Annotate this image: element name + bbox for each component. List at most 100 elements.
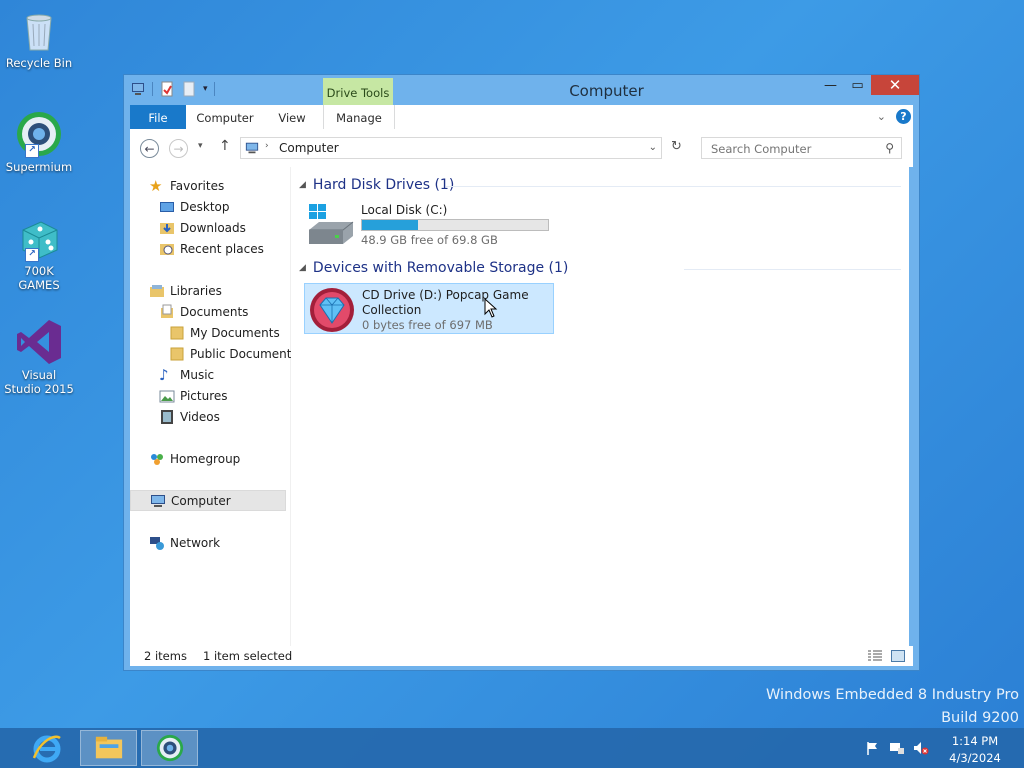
address-bar[interactable]: › Computer ⌄ — [240, 137, 662, 159]
desktop-icon-label: Supermium — [5, 160, 73, 174]
breadcrumb-separator-icon[interactable]: › — [265, 141, 269, 151]
nav-videos[interactable]: Videos — [130, 406, 286, 427]
nav-my-documents[interactable]: My Documents — [130, 322, 286, 343]
nav-label: Music — [180, 367, 215, 382]
caption-buttons: — ▭ ✕ — [817, 75, 919, 95]
music-icon: ♪ — [159, 365, 169, 384]
nav-downloads[interactable]: Downloads — [130, 217, 286, 238]
action-center-flag-icon[interactable] — [865, 740, 881, 756]
taskbar-supermium[interactable] — [141, 730, 198, 766]
clock[interactable]: 1:14 PM 4/3/2024 — [940, 733, 1010, 767]
usage-bar-fill — [362, 220, 418, 230]
collapse-triangle-icon[interactable]: ◢ — [299, 263, 306, 273]
collapse-triangle-icon[interactable]: ◢ — [299, 180, 306, 190]
desktop-icon-supermium[interactable]: ↗ Supermium — [4, 110, 74, 174]
nav-label: Desktop — [180, 199, 230, 214]
customize-qat-icon[interactable]: ▾ — [203, 84, 208, 94]
group-divider — [446, 186, 901, 187]
expand-ribbon-icon[interactable]: ⌄ — [877, 110, 886, 123]
selection-count: 1 item selected — [203, 649, 293, 663]
system-tray — [865, 740, 929, 756]
folder-icon — [170, 347, 184, 360]
minimize-button[interactable]: — — [817, 75, 844, 95]
group-header-removable-storage[interactable]: ◢ Devices with Removable Storage (1) — [299, 260, 568, 276]
tab-file[interactable]: File — [130, 105, 186, 129]
search-icon[interactable]: ⚲ — [885, 141, 894, 155]
close-button[interactable]: ✕ — [871, 75, 919, 95]
details-view-icon[interactable] — [868, 650, 882, 662]
refresh-button[interactable]: ↻ — [671, 139, 682, 154]
address-dropdown-icon[interactable]: ⌄ — [649, 142, 657, 153]
nav-label: Network — [170, 535, 221, 550]
drive-name: Local Disk (C:) — [361, 203, 448, 217]
supermium-icon: ↗ — [15, 110, 63, 158]
ribbon-right-controls: ⌄ ? — [877, 109, 911, 124]
large-icons-view-icon[interactable] — [891, 650, 905, 662]
maximize-button[interactable]: ▭ — [844, 75, 871, 95]
network-status-icon[interactable] — [889, 740, 905, 756]
desktop-icon-700k-games[interactable]: ↗ 700K GAMES — [4, 214, 74, 292]
os-watermark: Windows Embedded 8 Industry Pro Build 92… — [766, 684, 1019, 730]
status-bar: 2 items 1 item selected — [130, 646, 913, 666]
nav-pictures[interactable]: Pictures — [130, 385, 286, 406]
group-header-hard-disk-drives[interactable]: ◢ Hard Disk Drives (1) — [299, 177, 454, 193]
up-button[interactable]: ↑ — [219, 138, 231, 154]
recent-places-icon — [160, 243, 174, 255]
popcap-gem-icon — [310, 288, 354, 332]
nav-label: Homegroup — [170, 451, 241, 466]
homegroup-icon — [151, 453, 163, 465]
libraries-icon — [150, 284, 164, 297]
tab-manage[interactable]: Manage — [323, 105, 395, 130]
forward-button[interactable]: → — [169, 139, 188, 158]
nav-label: Documents — [180, 304, 249, 319]
nav-music[interactable]: ♪ Music — [130, 364, 286, 385]
nav-label: Libraries — [170, 283, 222, 298]
volume-muted-icon[interactable] — [913, 740, 929, 756]
drive-local-disk-c[interactable]: Local Disk (C:) 48.9 GB free of 69.8 GB — [304, 199, 554, 250]
title-bar[interactable]: ▾ Drive Tools Computer — ▭ ✕ — [124, 75, 919, 105]
supermium-icon — [156, 734, 183, 762]
mouse-cursor-icon — [484, 298, 498, 318]
nav-label: My Documents — [190, 325, 280, 340]
help-icon[interactable]: ? — [896, 109, 911, 124]
back-button[interactable]: ← — [140, 139, 159, 158]
nav-libraries[interactable]: Libraries — [130, 280, 286, 301]
breadcrumb-computer[interactable]: Computer — [279, 141, 339, 155]
tab-computer[interactable]: Computer — [190, 105, 260, 129]
nav-desktop[interactable]: Desktop — [130, 196, 286, 217]
videos-icon — [161, 409, 173, 424]
desktop-icon-recycle-bin[interactable]: Recycle Bin — [4, 6, 74, 70]
drive-name: CD Drive (D:) Popcap Game Collection — [362, 288, 529, 317]
desktop-icon-label: 700K GAMES — [18, 264, 60, 292]
taskbar-internet-explorer[interactable] — [18, 730, 75, 766]
watermark-edition: Windows Embedded 8 Industry Pro — [766, 687, 1019, 703]
nav-label: Recent places — [180, 241, 264, 256]
drive-cd-drive-d[interactable]: CD Drive (D:) Popcap Game Collection 0 b… — [304, 283, 554, 334]
group-divider — [684, 269, 901, 270]
desktop-icon-visual-studio[interactable]: Visual Studio 2015 — [4, 318, 74, 396]
group-title: Hard Disk Drives (1) — [312, 177, 455, 193]
item-count: 2 items — [144, 649, 187, 663]
nav-homegroup[interactable]: Homegroup — [130, 448, 286, 469]
nav-computer[interactable]: Computer — [130, 490, 286, 511]
search-input[interactable] — [709, 139, 883, 159]
navigation-bar: ← → ▾ ↑ › Computer ⌄ ↻ ⚲ — [130, 129, 913, 167]
taskbar: 1:14 PM 4/3/2024 — [0, 728, 1024, 768]
recent-locations-icon[interactable]: ▾ — [198, 141, 203, 151]
nav-label: Pictures — [180, 388, 228, 403]
nav-favorites[interactable]: ★ Favorites — [130, 175, 286, 196]
usage-bar — [361, 219, 549, 231]
pictures-icon — [159, 390, 175, 402]
nav-network[interactable]: Network — [130, 532, 286, 553]
nav-public-documents[interactable]: Public Documents — [130, 343, 298, 364]
properties-icon[interactable] — [159, 81, 175, 97]
tab-view[interactable]: View — [266, 105, 318, 129]
new-folder-icon[interactable] — [181, 81, 197, 97]
drive-free-space: 0 bytes free of 697 MB — [362, 318, 493, 332]
nav-label: Videos — [180, 409, 220, 424]
nav-recent-places[interactable]: Recent places — [130, 238, 286, 259]
drive-tools-context-tab: Drive Tools — [323, 78, 393, 105]
nav-documents[interactable]: Documents — [130, 301, 286, 322]
taskbar-file-explorer[interactable] — [80, 730, 137, 766]
dice-icon: ↗ — [15, 214, 63, 262]
